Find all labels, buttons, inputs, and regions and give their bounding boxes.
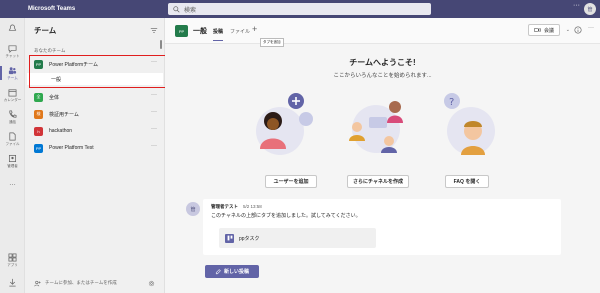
welcome-title: チームへようこそ! — [349, 58, 416, 67]
more-options-icon[interactable]: ··· — [573, 2, 580, 9]
app-rail: チャット チーム カレンダー 通話 ファイル 管理者 … アプリ — [0, 18, 25, 293]
compose-icon — [215, 268, 221, 274]
chat-icon — [8, 44, 17, 53]
app-title: Microsoft Teams — [28, 6, 76, 12]
title-bar: Microsoft Teams 検索 ··· 管 — [0, 0, 600, 18]
rail-label: アプリ — [7, 262, 18, 267]
channels-illustration — [349, 101, 403, 153]
join-create-team[interactable]: チームに参加、またはチームを作成 — [25, 273, 165, 293]
main-area: PP 一般 投稿 ファイル + タブを追加 会議 ⌄ ··· チームへようこそ!… — [165, 18, 600, 293]
team-item-pp-test[interactable]: PP Power Platform Test ··· — [34, 140, 163, 156]
rail-label: チャット — [5, 53, 20, 58]
rail-label: 通話 — [9, 119, 16, 124]
add-tab-tooltip: タブを追加 — [260, 38, 284, 47]
message-avatar[interactable]: 管 — [186, 202, 200, 216]
rail-item-calendar[interactable]: カレンダー — [0, 84, 25, 106]
tab-posts[interactable]: 投稿 — [213, 28, 224, 41]
more-options-icon[interactable]: ··· — [151, 109, 157, 115]
team-item-zentai[interactable]: 全 全体 ··· — [34, 89, 163, 105]
rail-item-files[interactable]: ファイル — [0, 128, 25, 150]
filter-icon[interactable] — [150, 26, 158, 34]
rail-item-help[interactable] — [0, 271, 25, 293]
tab-files[interactable]: ファイル — [230, 28, 250, 35]
search-input[interactable]: 検索 — [168, 3, 431, 15]
more-options-icon[interactable]: ··· — [151, 143, 157, 149]
section-label: あなたのチーム — [34, 48, 66, 53]
team-tile: h — [34, 126, 43, 136]
add-user-button[interactable]: ユーザーを追加 — [265, 175, 317, 188]
download-icon — [9, 278, 16, 286]
highlight-annotation — [29, 55, 166, 88]
phone-icon — [9, 110, 17, 118]
rail-item-chat[interactable]: チャット — [0, 40, 25, 62]
gear-icon[interactable] — [148, 280, 155, 287]
channel-title: 一般 — [193, 28, 207, 35]
add-team-icon — [34, 280, 41, 286]
team-name: 全体 — [49, 94, 60, 101]
team-tile: PP — [34, 143, 43, 153]
new-post-button[interactable]: 新しい投稿 — [205, 265, 259, 278]
scrollbar[interactable] — [160, 40, 162, 49]
svg-text:?: ? — [449, 97, 454, 108]
rail-label: カレンダー — [3, 97, 22, 102]
join-create-label: チームに参加、またはチームを作成 — [45, 280, 117, 285]
team-tile: 検 — [34, 109, 43, 119]
meet-button[interactable]: 会議 — [527, 24, 560, 36]
rail-item-apps[interactable]: アプリ — [0, 249, 25, 271]
tab-card[interactable]: ppタスク — [219, 228, 376, 248]
message-time: 5/2 13:58 — [243, 204, 262, 209]
bell-icon — [8, 24, 17, 31]
team-item-kenshou[interactable]: 検 検証用チーム ··· — [34, 106, 163, 122]
team-name: 検証用チーム — [49, 111, 79, 118]
more-options-icon[interactable]: ··· — [588, 25, 594, 31]
team-item-hackathon[interactable]: h hackathon ··· — [34, 123, 163, 139]
rail-item-admin[interactable]: 管理者 — [0, 150, 25, 172]
search-placeholder: 検索 — [184, 7, 197, 14]
search-icon — [173, 5, 180, 13]
meet-label: 会議 — [543, 27, 554, 34]
calendar-icon — [8, 88, 17, 96]
chevron-down-icon[interactable]: ⌄ — [566, 27, 570, 33]
more-options-icon[interactable]: ··· — [151, 126, 157, 132]
more-options-icon[interactable]: ··· — [151, 92, 157, 98]
admin-icon — [8, 154, 17, 162]
rail-label: ファイル — [5, 141, 20, 146]
file-icon — [9, 132, 16, 140]
info-icon[interactable] — [574, 26, 582, 34]
channel-header: PP 一般 投稿 ファイル + タブを追加 会議 ⌄ ··· — [165, 18, 600, 47]
rail-item-teams[interactable]: チーム — [0, 62, 25, 84]
rail-bottom: アプリ — [0, 249, 25, 293]
panel-title: チーム — [34, 25, 57, 35]
teams-icon — [8, 66, 17, 74]
new-post-label: 新しい投稿 — [223, 269, 249, 275]
rail-label: チーム — [7, 75, 18, 80]
planner-icon — [225, 233, 234, 243]
apps-icon — [8, 253, 17, 261]
rail-item-more[interactable]: … — [0, 172, 25, 194]
video-icon — [534, 28, 541, 32]
team-name: Power Platform Test — [49, 145, 94, 151]
more-icon: … — [9, 179, 16, 187]
add-people-illustration — [256, 93, 313, 155]
team-tile: PP — [175, 25, 188, 37]
add-tab-icon[interactable]: + — [252, 24, 257, 34]
user-avatar[interactable]: 管 — [584, 3, 596, 15]
tab-card-name: ppタスク — [239, 235, 260, 242]
welcome-subtitle: ここからいろんなことを始められます... — [333, 73, 432, 79]
message-card: 管理者テスト 5/2 13:58 このチャネルの上部にタブを追加しました。試して… — [203, 199, 561, 255]
create-channel-button[interactable]: さらにチャネルを作成 — [347, 175, 409, 188]
team-tile: 全 — [34, 92, 43, 102]
rail-label: 管理者 — [7, 163, 18, 168]
rail-item-activity[interactable] — [0, 18, 25, 40]
open-faq-button[interactable]: FAQ を開く — [445, 175, 489, 188]
faq-illustration: ? — [444, 93, 495, 155]
rail-item-calls[interactable]: 通話 — [0, 106, 25, 128]
team-name: hackathon — [49, 128, 73, 134]
message-text: このチャネルの上部にタブを追加しました。試してみてください。 — [211, 213, 361, 219]
message-author[interactable]: 管理者テスト — [211, 204, 238, 210]
